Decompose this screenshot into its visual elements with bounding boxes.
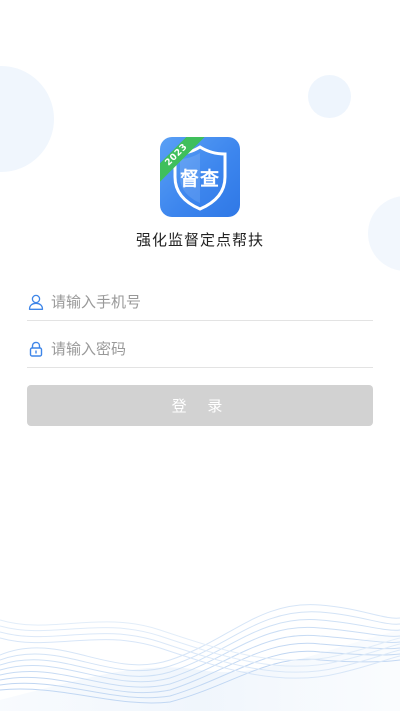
lock-icon — [27, 340, 45, 358]
wave-background — [0, 604, 400, 711]
user-icon — [27, 293, 45, 311]
logo-tile: 督查 2023 — [160, 137, 240, 217]
login-screen: 督查 2023 强化监督定点帮扶 登 录 — [0, 0, 400, 711]
app-logo: 督查 2023 — [160, 137, 240, 217]
login-button[interactable]: 登 录 — [27, 385, 373, 426]
password-field — [27, 331, 373, 368]
app-name: 强化监督定点帮扶 — [135, 231, 264, 249]
decorative-bubble — [308, 75, 351, 118]
password-input[interactable] — [51, 340, 351, 358]
phone-field — [27, 284, 373, 321]
decorative-bubble — [0, 66, 54, 172]
phone-input[interactable] — [51, 293, 351, 311]
